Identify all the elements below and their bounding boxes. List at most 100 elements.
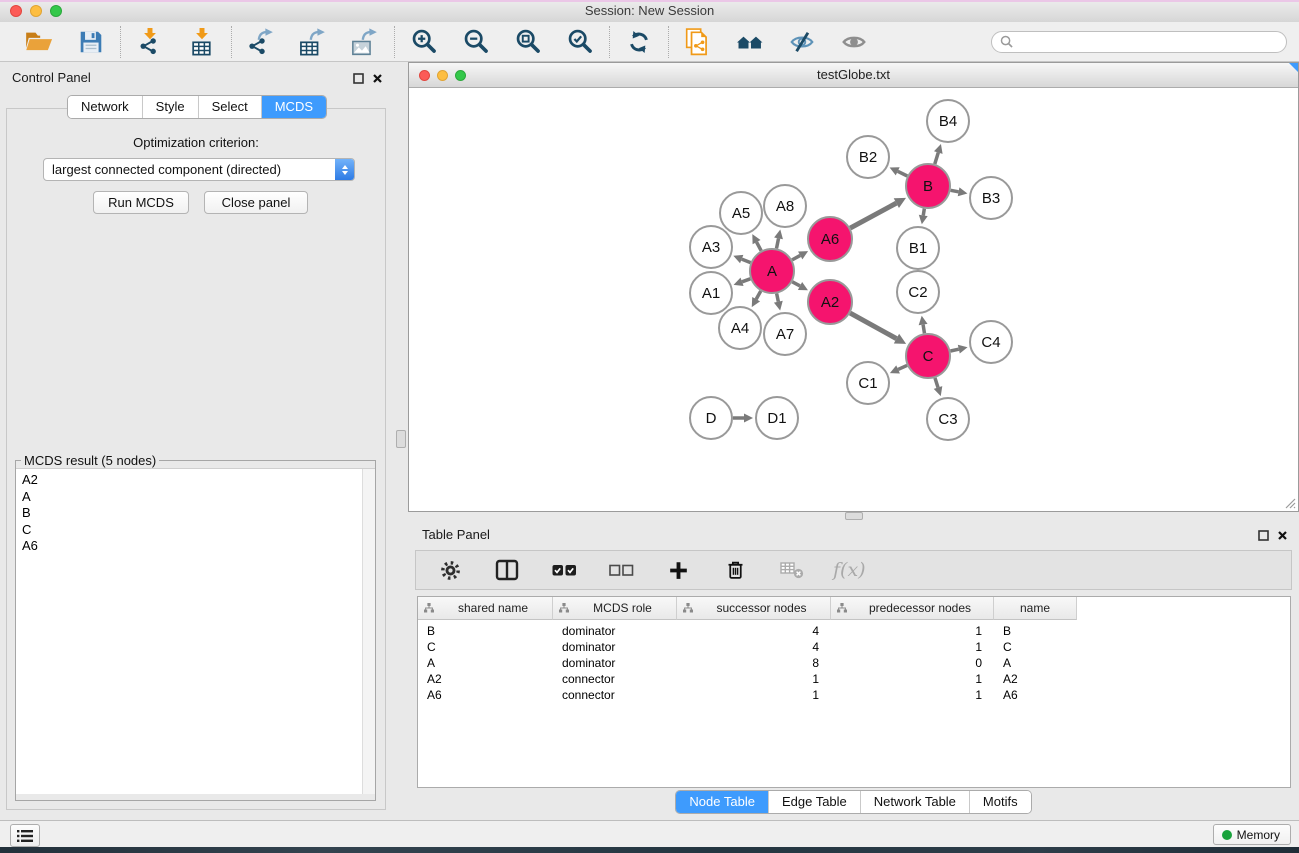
graph-edge: [792, 282, 800, 286]
run-mcds-button[interactable]: Run MCDS: [93, 191, 189, 214]
close-panel-button[interactable]: Close panel: [204, 191, 308, 214]
memory-button[interactable]: Memory: [1213, 824, 1291, 845]
column-header-name[interactable]: name: [994, 597, 1077, 620]
table-row[interactable]: A6connector11A6: [418, 687, 1290, 703]
mcds-result-title: MCDS result (5 nodes): [21, 453, 159, 468]
result-list-scrollbar[interactable]: [362, 469, 375, 794]
network-minimize-button[interactable]: [437, 70, 448, 81]
show-column-panel-icon[interactable]: [491, 554, 523, 586]
optimization-dropdown[interactable]: largest connected component (directed): [43, 158, 355, 181]
tab-motifs[interactable]: Motifs: [970, 791, 1031, 813]
graph-edge-arrowhead: [744, 414, 753, 423]
network-graph: AA1A2A3A4A5A6A7A8BB1B2B3B4CC1C2C3C4DD1: [410, 88, 1297, 509]
close-window-button[interactable]: [10, 5, 22, 17]
graph-edge-arrowhead: [934, 144, 943, 154]
zoom-in-icon[interactable]: [408, 26, 440, 58]
graph-node-label: B1: [909, 240, 927, 257]
create-column-icon[interactable]: [662, 554, 694, 586]
search-box[interactable]: [991, 31, 1287, 53]
column-header-predecessor-nodes[interactable]: predecessor nodes: [831, 597, 994, 620]
divider-grip[interactable]: [396, 430, 406, 448]
tab-edge-table[interactable]: Edge Table: [769, 791, 861, 813]
export-table-icon[interactable]: [297, 26, 329, 58]
mcds-result-box: MCDS result (5 nodes) A2 A B C A6: [15, 453, 376, 801]
home-view-icon[interactable]: [734, 26, 766, 58]
table-options-icon[interactable]: [434, 554, 466, 586]
graph-edge-arrowhead: [934, 386, 943, 396]
graph-node-label: A: [767, 263, 777, 280]
close-table-panel-icon[interactable]: [1277, 528, 1288, 546]
hide-graphics-details-icon[interactable]: [786, 26, 818, 58]
tab-select[interactable]: Select: [199, 96, 262, 118]
zoom-selected-icon[interactable]: [564, 26, 596, 58]
network-window-titlebar[interactable]: testGlobe.txt: [409, 63, 1298, 88]
graph-edge-arrowhead: [958, 345, 968, 354]
column-header-mcds-role[interactable]: MCDS role: [553, 597, 677, 620]
new-network-from-file-icon[interactable]: [682, 26, 714, 58]
optimization-dropdown-value: largest connected component (directed): [44, 162, 335, 177]
network-zoom-button[interactable]: [455, 70, 466, 81]
minimize-window-button[interactable]: [30, 5, 42, 17]
tab-mcds[interactable]: MCDS: [262, 96, 326, 118]
tab-network[interactable]: Network: [68, 96, 143, 118]
zoom-fit-icon[interactable]: [512, 26, 544, 58]
open-session-icon[interactable]: [23, 26, 55, 58]
table-row[interactable]: Adominator80A: [418, 655, 1290, 671]
active-view-indicator: [1289, 63, 1298, 72]
graph-node-label: A5: [732, 205, 750, 222]
close-panel-icon[interactable]: [372, 71, 383, 89]
attribute-type-icon: [559, 603, 569, 613]
graph-edge: [898, 365, 907, 369]
graph-node-label: A4: [731, 320, 749, 337]
zoom-window-button[interactable]: [50, 5, 62, 17]
export-network-icon[interactable]: [245, 26, 277, 58]
session-title: Session: New Session: [0, 0, 1299, 22]
search-input[interactable]: [1018, 33, 1278, 50]
float-panel-icon[interactable]: [353, 71, 364, 89]
tab-node-table[interactable]: Node Table: [676, 791, 769, 813]
graph-node-label: B3: [982, 190, 1000, 207]
graph-edge-arrowhead: [919, 316, 928, 326]
graph-node-label: B4: [939, 113, 957, 130]
show-graphics-details-icon[interactable]: [838, 26, 870, 58]
column-header-shared-name[interactable]: shared name: [418, 597, 553, 620]
status-bar: Memory: [0, 820, 1299, 847]
tab-style[interactable]: Style: [143, 96, 199, 118]
import-table-icon[interactable]: [186, 26, 218, 58]
refresh-view-icon[interactable]: [623, 26, 655, 58]
network-close-button[interactable]: [419, 70, 430, 81]
unselect-all-columns-icon[interactable]: [605, 554, 637, 586]
table-row[interactable]: Cdominator41C: [418, 639, 1290, 655]
desktop-background-strip: [0, 847, 1299, 853]
table-toolbar: f(x): [415, 550, 1292, 590]
divider-grip[interactable]: [845, 512, 863, 520]
graph-node-label: A8: [776, 198, 794, 215]
result-list-item[interactable]: A2: [22, 472, 375, 489]
save-session-icon[interactable]: [75, 26, 107, 58]
table-row[interactable]: Bdominator41B: [418, 623, 1290, 639]
result-list-item[interactable]: A6: [22, 538, 375, 555]
equation-builder-icon: f(x): [833, 559, 866, 581]
graph-edge-arrowhead: [919, 215, 928, 225]
export-image-icon[interactable]: [349, 26, 381, 58]
graph-edge-arrowhead: [774, 230, 783, 240]
graph-edge: [950, 349, 958, 351]
result-list-item[interactable]: C: [22, 522, 375, 539]
result-list-item[interactable]: A: [22, 489, 375, 506]
task-history-button[interactable]: [10, 824, 40, 847]
graph-node-label: A3: [702, 239, 720, 256]
float-table-panel-icon[interactable]: [1258, 528, 1269, 546]
table-row[interactable]: A2connector11A2: [418, 671, 1290, 687]
tab-network-table[interactable]: Network Table: [861, 791, 970, 813]
resize-grip-icon[interactable]: [1282, 495, 1296, 509]
column-header-successor-nodes[interactable]: successor nodes: [677, 597, 831, 620]
import-network-icon[interactable]: [134, 26, 166, 58]
zoom-out-icon[interactable]: [460, 26, 492, 58]
table-tabbar: Node Table Edge Table Network Table Moti…: [675, 790, 1031, 814]
vertical-split-divider[interactable]: [394, 62, 408, 820]
select-all-columns-icon[interactable]: [548, 554, 580, 586]
result-list-item[interactable]: B: [22, 505, 375, 522]
control-panel-title: Control Panel: [12, 70, 91, 85]
network-canvas[interactable]: AA1A2A3A4A5A6A7A8BB1B2B3B4CC1C2C3C4DD1: [410, 88, 1297, 510]
delete-columns-icon[interactable]: [719, 554, 751, 586]
